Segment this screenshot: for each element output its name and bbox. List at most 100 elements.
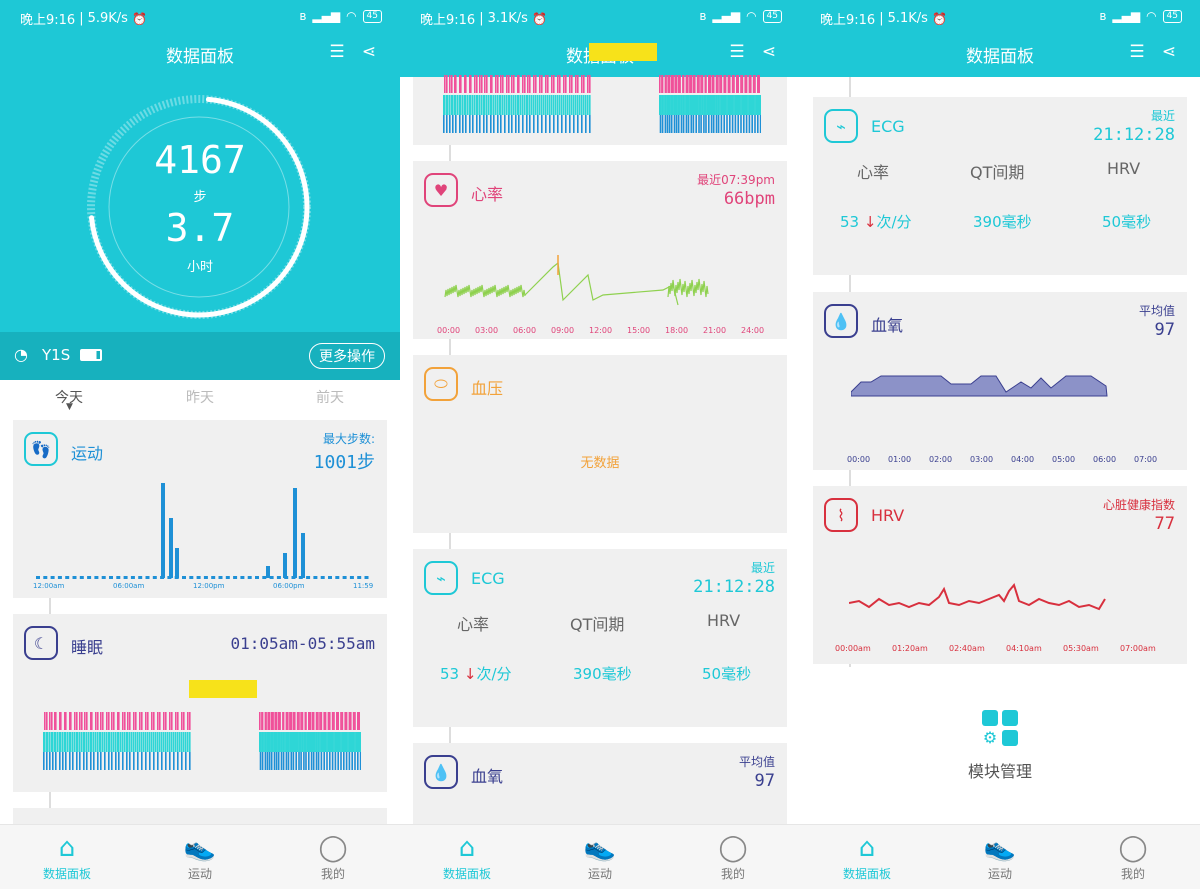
ecg-hr: 53 ↓次/分 xyxy=(840,213,912,231)
bp-empty: 无数据 xyxy=(580,456,620,471)
sleep-title: 睡眠 xyxy=(71,638,104,657)
sleep-deep-mark xyxy=(549,95,551,115)
nav-dashboard[interactable]: ⌂ 数据面板 xyxy=(17,831,117,882)
sleep-rem-mark xyxy=(122,752,124,770)
sleep-light-mark xyxy=(711,75,714,93)
sleep-rem-mark xyxy=(680,115,683,133)
sleep-deep-mark xyxy=(106,732,108,752)
nav-me[interactable]: ◯ 我的 xyxy=(283,831,383,882)
sleep-deep-mark xyxy=(744,95,746,115)
sleep-light-mark xyxy=(481,75,483,93)
sleep-light-mark xyxy=(692,75,695,93)
sleep-rem-mark xyxy=(659,115,662,133)
share-icon[interactable]: ⋖ xyxy=(758,42,780,64)
sleep-card[interactable]: ☾ 睡眠 01:05am-05:55am xyxy=(13,614,387,792)
sleep-rem-mark xyxy=(486,115,488,133)
sleep-rem-mark xyxy=(493,115,495,133)
bp-card[interactable]: ⬭ 血压 无数据 xyxy=(413,355,787,533)
droplet-icon: 💧 xyxy=(424,755,458,789)
nav-sport-label: 运动 xyxy=(187,867,212,881)
sport-bar xyxy=(335,576,340,579)
history-icon[interactable]: ☰ xyxy=(1126,42,1148,64)
sleep-deep-mark xyxy=(495,95,497,115)
sleep-light-mark xyxy=(758,75,760,93)
tab-yesterday[interactable]: 昨天 xyxy=(186,387,214,407)
nav-dashboard[interactable]: ⌂ 数据面板 xyxy=(417,831,517,882)
sleep-rem-mark xyxy=(443,115,445,133)
sleep-deep-mark xyxy=(344,732,346,752)
sleep-deep-mark xyxy=(719,95,721,115)
heart-card[interactable]: ♥ 心率 最近07:39pm 66bpm 00:00 03:00 06:00 09:0… xyxy=(413,161,787,339)
sleep-deep-mark xyxy=(296,732,299,752)
module-manage-button[interactable]: ⚙ 模块管理 xyxy=(950,710,1050,782)
sleep-light-mark xyxy=(44,712,46,730)
sleep-rem-mark xyxy=(529,115,531,133)
sleep-deep-mark xyxy=(539,95,541,115)
sleep-light-mark xyxy=(502,75,504,93)
sleep-rem-mark xyxy=(446,115,448,133)
shoe-icon: 👟 xyxy=(983,833,1017,863)
sleep-light-mark xyxy=(165,712,167,730)
tab-day-before[interactable]: 前天 xyxy=(316,387,344,407)
sleep-deep-mark xyxy=(559,95,561,115)
sleep-deep-mark xyxy=(569,95,571,115)
sleep-deep-mark xyxy=(109,732,111,752)
sport-bar xyxy=(247,576,252,579)
sleep-rem-mark xyxy=(585,115,587,133)
nav-me[interactable]: ◯ 我的 xyxy=(1083,831,1183,882)
history-icon[interactable]: ☰ xyxy=(326,42,348,64)
nav-dashboard[interactable]: ⌂ 数据面板 xyxy=(817,831,917,882)
sleep-deep-mark xyxy=(139,732,141,752)
sleep-rem-mark xyxy=(712,115,715,133)
sport-bar xyxy=(203,576,208,579)
sleep-light-mark xyxy=(497,75,499,93)
more-actions-button[interactable]: 更多操作 xyxy=(309,343,385,369)
nav-sport[interactable]: 👟 运动 xyxy=(550,831,650,882)
sleep-light-mark xyxy=(300,712,302,730)
sleep-deep-mark xyxy=(338,732,341,752)
sleep-light-mark xyxy=(547,75,549,93)
sleep-deep-mark xyxy=(455,95,457,115)
hrv-card[interactable]: ⌇ HRV 心脏健康指数 77 00:00am 01:20am 02:40am 04:… xyxy=(813,486,1187,664)
sleep-deep-mark xyxy=(557,95,559,115)
ecg-card[interactable]: ⌁ ECG 最近 21:12:28 心率 QT间期 HRV 53 ↓次/分 39… xyxy=(813,97,1187,275)
sport-bar xyxy=(72,576,77,579)
sleep-deep-mark xyxy=(687,95,690,115)
sleep-light-mark xyxy=(527,75,529,93)
sleep-light-mark xyxy=(70,712,72,730)
sleep-rem-mark xyxy=(76,752,78,770)
sport-card[interactable]: 👣 运动 最大步数: 1001步 12:00am 06:00am 12:00pm 06… xyxy=(13,420,387,598)
sleep-rem-mark xyxy=(504,115,506,133)
sleep-deep-mark xyxy=(70,732,72,752)
sleep-rem-mark xyxy=(522,115,524,133)
sleep-deep-mark xyxy=(72,732,74,752)
sleep-deep-mark xyxy=(359,732,361,752)
sleep-light-mark xyxy=(287,712,289,730)
ecg-qt: 390毫秒 xyxy=(973,213,1032,231)
share-icon[interactable]: ⋖ xyxy=(1158,42,1180,64)
sleep-chart xyxy=(443,43,761,133)
sleep-rem-mark xyxy=(490,115,492,133)
sleep-light-mark xyxy=(677,75,680,93)
nav-dashboard-label: 数据面板 xyxy=(42,867,91,881)
sleep-deep-mark xyxy=(484,95,486,115)
sport-bar xyxy=(94,576,99,579)
sleep-chart xyxy=(43,680,361,770)
sleep-light-mark xyxy=(553,75,555,93)
ecg-card[interactable]: ⌁ ECG 最近 21:12:28 心率 QT间期 HRV 53 ↓次/分 39… xyxy=(413,549,787,727)
spo2-card[interactable]: 💧 血氧 平均值 97 xyxy=(413,743,787,824)
sleep-deep-mark xyxy=(754,95,756,115)
heart-tick: 15:00 xyxy=(627,326,650,335)
screen-dashboard-3: 晚上9:16 | 5.1K/s ⏰ ʙ ▂▄▆ ◠ 45 数据面板 ☰ ⋖ ⌁ E… xyxy=(800,0,1200,889)
nav-sport[interactable]: 👟 运动 xyxy=(950,831,1050,882)
nav-sport[interactable]: 👟 运动 xyxy=(150,831,250,882)
spo2-card[interactable]: 💧 血氧 平均值 97 00:00 01:00 02:00 03:00 04:00 05:… xyxy=(813,292,1187,470)
share-icon[interactable]: ⋖ xyxy=(358,42,380,64)
sleep-deep-mark xyxy=(513,95,515,115)
sleep-light-mark xyxy=(169,712,171,730)
nav-me[interactable]: ◯ 我的 xyxy=(683,831,783,882)
sport-bar xyxy=(320,576,325,579)
sleep-deep-mark xyxy=(575,95,577,115)
nav-me-label: 我的 xyxy=(1120,867,1145,881)
sport-bar xyxy=(189,576,194,579)
